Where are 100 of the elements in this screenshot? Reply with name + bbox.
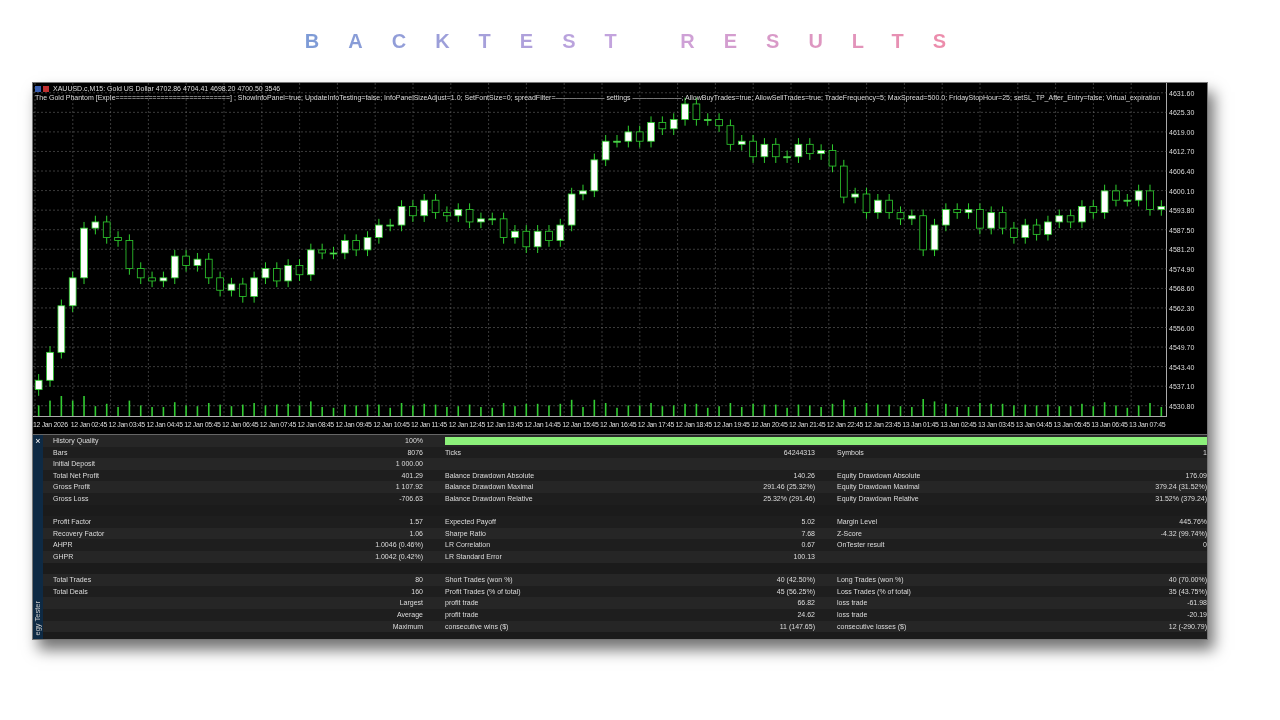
candle bbox=[307, 243, 315, 282]
candle bbox=[488, 212, 497, 226]
candle bbox=[919, 209, 927, 257]
candle bbox=[318, 243, 326, 260]
candle bbox=[806, 137, 814, 161]
candle bbox=[1010, 221, 1018, 245]
candle bbox=[352, 233, 360, 257]
candle bbox=[749, 134, 757, 164]
candle bbox=[715, 112, 723, 133]
candle bbox=[1066, 209, 1075, 229]
candle bbox=[579, 184, 587, 201]
close-button[interactable]: × bbox=[35, 437, 41, 446]
candle bbox=[726, 119, 735, 152]
candle bbox=[465, 202, 474, 229]
candle bbox=[499, 212, 508, 245]
candle bbox=[511, 224, 519, 245]
candle bbox=[669, 112, 678, 136]
candle bbox=[862, 187, 871, 220]
candle bbox=[942, 202, 950, 232]
candle bbox=[34, 373, 43, 397]
candle bbox=[703, 112, 712, 127]
candle bbox=[216, 271, 224, 297]
candle bbox=[261, 261, 270, 285]
candle bbox=[760, 137, 769, 164]
candle bbox=[125, 233, 134, 276]
candle bbox=[136, 261, 145, 285]
candle bbox=[635, 125, 644, 148]
candle bbox=[976, 202, 984, 235]
candle bbox=[545, 224, 553, 248]
candle bbox=[840, 159, 848, 204]
flag-icon bbox=[35, 85, 49, 92]
candle bbox=[624, 125, 633, 148]
candle bbox=[647, 115, 655, 148]
candle bbox=[454, 202, 463, 223]
candle bbox=[397, 199, 406, 232]
candle bbox=[998, 205, 1007, 235]
candle bbox=[658, 115, 667, 136]
candle bbox=[295, 258, 304, 282]
candle bbox=[102, 215, 111, 245]
candle bbox=[794, 137, 803, 164]
candle bbox=[182, 249, 190, 273]
candle bbox=[148, 271, 156, 288]
candle bbox=[204, 252, 213, 285]
candle bbox=[91, 215, 100, 235]
candle bbox=[851, 187, 859, 204]
candle bbox=[1055, 209, 1064, 229]
candle bbox=[284, 258, 292, 288]
candle bbox=[159, 271, 168, 288]
candle bbox=[329, 246, 338, 260]
candle bbox=[227, 277, 236, 297]
candle bbox=[874, 193, 882, 220]
candle bbox=[771, 137, 780, 164]
candle bbox=[1112, 184, 1120, 207]
candle bbox=[533, 224, 542, 254]
candle bbox=[1078, 199, 1086, 229]
candle bbox=[1044, 215, 1052, 242]
candle bbox=[817, 143, 825, 161]
candle bbox=[420, 193, 429, 223]
candle bbox=[613, 134, 621, 148]
candle bbox=[556, 218, 565, 248]
candle bbox=[1032, 218, 1041, 242]
candle bbox=[953, 202, 961, 220]
candle bbox=[431, 193, 440, 220]
candle bbox=[80, 221, 88, 285]
candle bbox=[567, 187, 576, 232]
candle bbox=[57, 299, 66, 360]
candle bbox=[1146, 184, 1154, 217]
candle bbox=[1089, 199, 1098, 220]
candle bbox=[737, 134, 746, 152]
candle bbox=[896, 205, 905, 226]
candle bbox=[409, 199, 417, 223]
candle bbox=[114, 230, 122, 248]
candle bbox=[930, 218, 939, 257]
candle bbox=[363, 230, 372, 257]
candle bbox=[1100, 184, 1109, 220]
candle bbox=[386, 218, 394, 232]
candle bbox=[341, 233, 349, 260]
candle bbox=[590, 153, 599, 198]
candle bbox=[170, 249, 179, 285]
candle bbox=[828, 143, 837, 173]
candle bbox=[987, 205, 996, 235]
candle bbox=[239, 277, 247, 304]
candle bbox=[885, 193, 893, 220]
candle bbox=[522, 224, 531, 254]
candle bbox=[477, 212, 485, 229]
candle bbox=[250, 271, 258, 304]
candle bbox=[964, 202, 973, 220]
candle bbox=[193, 252, 202, 273]
candle bbox=[908, 209, 916, 226]
candle bbox=[1123, 193, 1132, 207]
candle bbox=[273, 261, 281, 288]
candle bbox=[443, 205, 451, 223]
candle bbox=[1021, 218, 1030, 245]
candle bbox=[783, 150, 791, 164]
candle bbox=[1157, 199, 1166, 217]
candle bbox=[46, 345, 54, 387]
candle bbox=[1134, 184, 1143, 207]
candle bbox=[375, 218, 383, 245]
candle bbox=[68, 271, 77, 313]
candle bbox=[601, 134, 610, 167]
